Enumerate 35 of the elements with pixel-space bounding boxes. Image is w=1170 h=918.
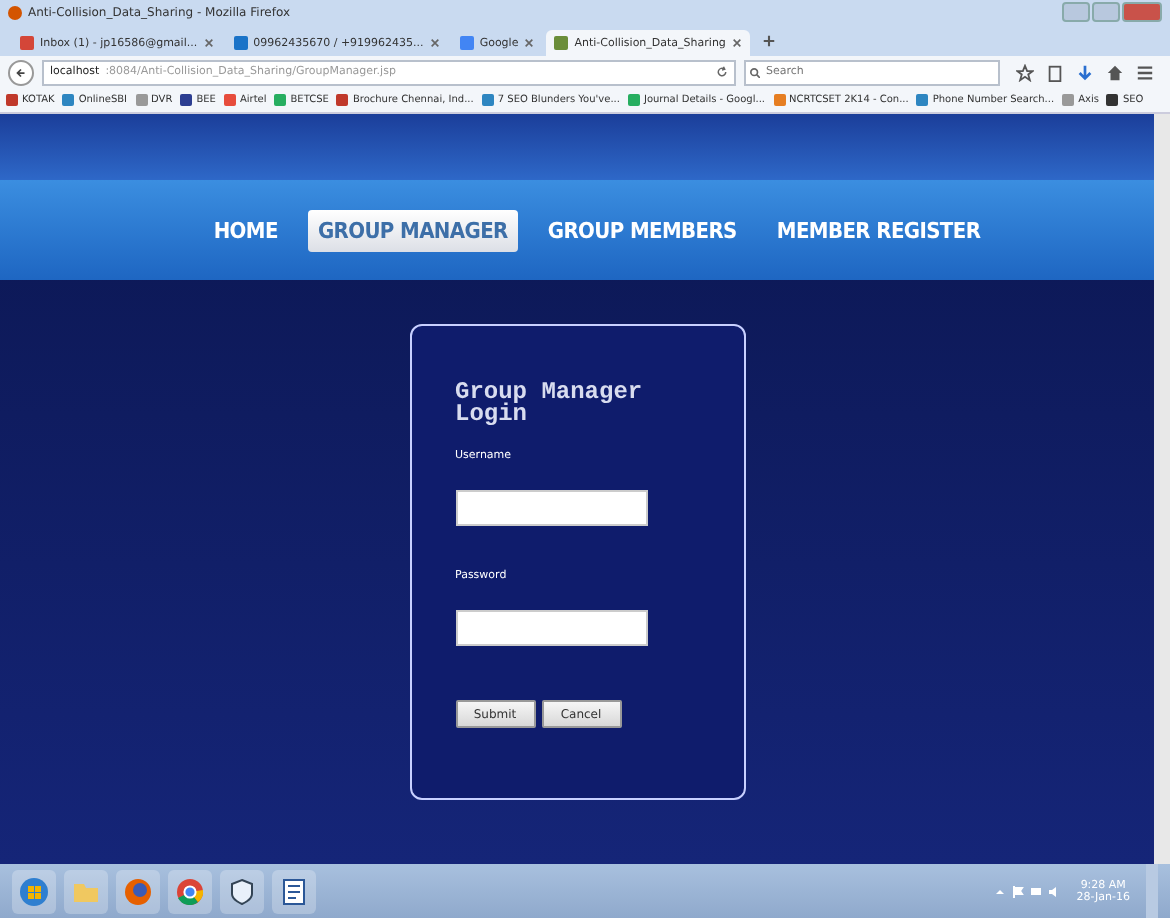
chrome-icon[interactable] (168, 869, 212, 913)
star-icon[interactable] (1016, 63, 1034, 81)
input-field[interactable] (455, 610, 647, 646)
close-button[interactable] (1122, 2, 1162, 22)
download-icon[interactable] (1076, 63, 1094, 81)
nav-link[interactable]: GROUP MEMBERS (537, 209, 747, 251)
tab-icon (20, 36, 34, 50)
nav-link[interactable]: MEMBER REGISTER (766, 209, 991, 251)
firefox-icon[interactable] (116, 869, 160, 913)
close-icon[interactable] (731, 38, 742, 48)
plus-icon[interactable] (761, 33, 776, 47)
reload-icon[interactable] (716, 66, 728, 78)
login-title: Group Manager Login (455, 382, 645, 426)
nav-link[interactable]: HOME (203, 209, 288, 251)
tab-icon (233, 36, 248, 50)
shield-icon[interactable] (220, 869, 264, 913)
speaker-icon[interactable] (1048, 885, 1061, 897)
firefox-icon (8, 5, 22, 19)
menu-icon[interactable] (1136, 63, 1154, 81)
input-field[interactable] (455, 490, 647, 526)
scrollbar[interactable] (1154, 114, 1170, 864)
search-icon (750, 67, 760, 77)
flag-icon[interactable] (1012, 885, 1025, 897)
document-icon[interactable] (272, 869, 316, 913)
home-icon[interactable] (1106, 63, 1124, 81)
caret-icon[interactable] (994, 885, 1007, 897)
close-icon[interactable] (203, 38, 214, 48)
nav-link[interactable]: GROUP MANAGER (307, 209, 518, 251)
arrow-icon (14, 65, 28, 79)
close-icon[interactable] (524, 38, 535, 48)
start-button[interactable] (12, 869, 56, 913)
tab-icon (459, 36, 474, 50)
close-icon[interactable] (429, 38, 440, 48)
tab-icon (554, 36, 569, 50)
back-button[interactable] (8, 59, 34, 85)
